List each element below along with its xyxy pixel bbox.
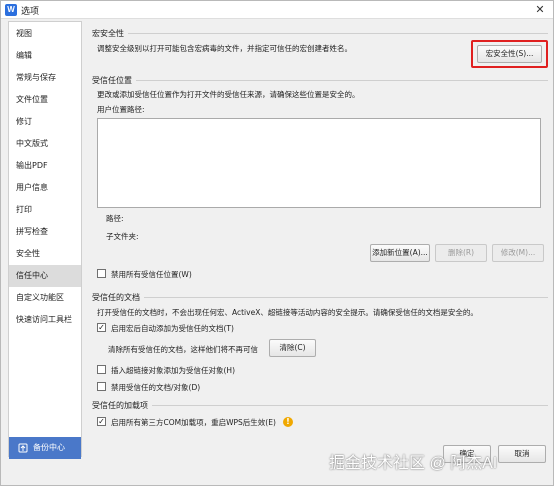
group-divider	[92, 405, 548, 406]
auto-add-trusted-label: 启用宏后自动添加为受信任的文档(T)	[111, 324, 234, 333]
options-sidebar: 视图 编辑 常规与保存 文件位置 修订 中文版式 输出PDF 用户信息 打印 拼…	[8, 21, 82, 457]
trusted-addins-title: 受信任的加载项	[92, 400, 152, 411]
enable-com-addins-label: 启用所有第三方COM加载项，重启WPS后生效(E)	[111, 418, 276, 427]
disable-all-locations-label: 禁用所有受信任位置(W)	[111, 270, 192, 279]
close-icon[interactable]: ✕	[533, 3, 547, 17]
macro-security-title: 宏安全性	[92, 28, 128, 39]
clear-trusted-text: 清除所有受信任的文档，这样他们将不再可信	[108, 345, 258, 354]
info-warning-icon: !	[283, 417, 293, 427]
highlight-box	[471, 40, 548, 68]
sidebar-item-print[interactable]: 打印	[9, 199, 81, 221]
hyperlink-trusted-checkbox[interactable]	[97, 365, 106, 374]
sidebar-item-trust-center[interactable]: 信任中心	[9, 265, 81, 287]
trusted-locations-description: 更改或添加受信任位置作为打开文件的受信任来源，请确保这些位置是安全的。	[97, 90, 360, 99]
group-divider	[92, 33, 548, 34]
options-dialog: W 选项 ✕ 视图 编辑 常规与保存 文件位置 修订 中文版式 输出PDF 用户…	[0, 0, 554, 486]
auto-add-trusted-checkbox[interactable]: ✓	[97, 323, 106, 332]
trusted-documents-title: 受信任的文档	[92, 292, 144, 303]
trusted-documents-description: 打开受信任的文档时，不会出现任何宏、ActiveX、超链接等活动内容的安全提示。…	[97, 308, 478, 317]
path-label: 路径:	[106, 214, 124, 223]
disable-all-locations-checkbox[interactable]	[97, 269, 106, 278]
cancel-button[interactable]: 取消	[498, 445, 546, 463]
backup-center-label: 备份中心	[33, 443, 65, 452]
clear-trusted-button[interactable]: 清除(C)	[269, 339, 316, 357]
backup-center-button[interactable]: 备份中心	[9, 437, 81, 459]
add-location-button[interactable]: 添加新位置(A)...	[370, 244, 430, 262]
hyperlink-trusted-label: 插入超链接对象添加为受信任对象(H)	[111, 366, 235, 375]
user-paths-label: 用户位置路径:	[97, 105, 145, 114]
group-divider	[92, 297, 548, 298]
macro-security-description: 调整安全级别以打开可能包含宏病毒的文件，并指定可信任的宏创建者姓名。	[97, 44, 352, 53]
backup-icon	[18, 443, 28, 453]
modify-location-button[interactable]: 修改(M)...	[492, 244, 544, 262]
trusted-locations-list[interactable]	[97, 118, 541, 208]
sidebar-item-user-info[interactable]: 用户信息	[9, 177, 81, 199]
title-bar: W 选项 ✕	[1, 1, 553, 19]
delete-location-button[interactable]: 删除(R)	[435, 244, 487, 262]
sidebar-item-general-save[interactable]: 常规与保存	[9, 67, 81, 89]
sidebar-item-security[interactable]: 安全性	[9, 243, 81, 265]
enable-com-addins-checkbox[interactable]: ✓	[97, 417, 106, 426]
disable-trusted-docs-label: 禁用受信任的文档/对象(D)	[111, 383, 201, 392]
trusted-locations-title: 受信任位置	[92, 75, 136, 86]
disable-trusted-docs-checkbox[interactable]	[97, 382, 106, 391]
sidebar-item-customize-ribbon[interactable]: 自定义功能区	[9, 287, 81, 309]
sidebar-item-file-location[interactable]: 文件位置	[9, 89, 81, 111]
sidebar-item-spell-check[interactable]: 拼写检查	[9, 221, 81, 243]
sidebar-item-quick-access-toolbar[interactable]: 快速访问工具栏	[9, 309, 81, 331]
watermark-text: 掘金技术社区 @ 阿杰AI	[329, 455, 498, 472]
trust-center-panel: 宏安全性 调整安全级别以打开可能包含宏病毒的文件，并指定可信任的宏创建者姓名。 …	[86, 21, 550, 463]
sidebar-item-chinese-layout[interactable]: 中文版式	[9, 133, 81, 155]
sidebar-item-edit[interactable]: 编辑	[9, 45, 81, 67]
sidebar-item-revision[interactable]: 修订	[9, 111, 81, 133]
dialog-title: 选项	[21, 7, 40, 17]
wps-writer-icon: W	[5, 4, 17, 16]
group-divider	[92, 80, 548, 81]
sidebar-item-output-pdf[interactable]: 输出PDF	[9, 155, 81, 177]
subfolder-label: 子文件夹:	[106, 232, 139, 241]
sidebar-item-view[interactable]: 视图	[9, 23, 81, 45]
